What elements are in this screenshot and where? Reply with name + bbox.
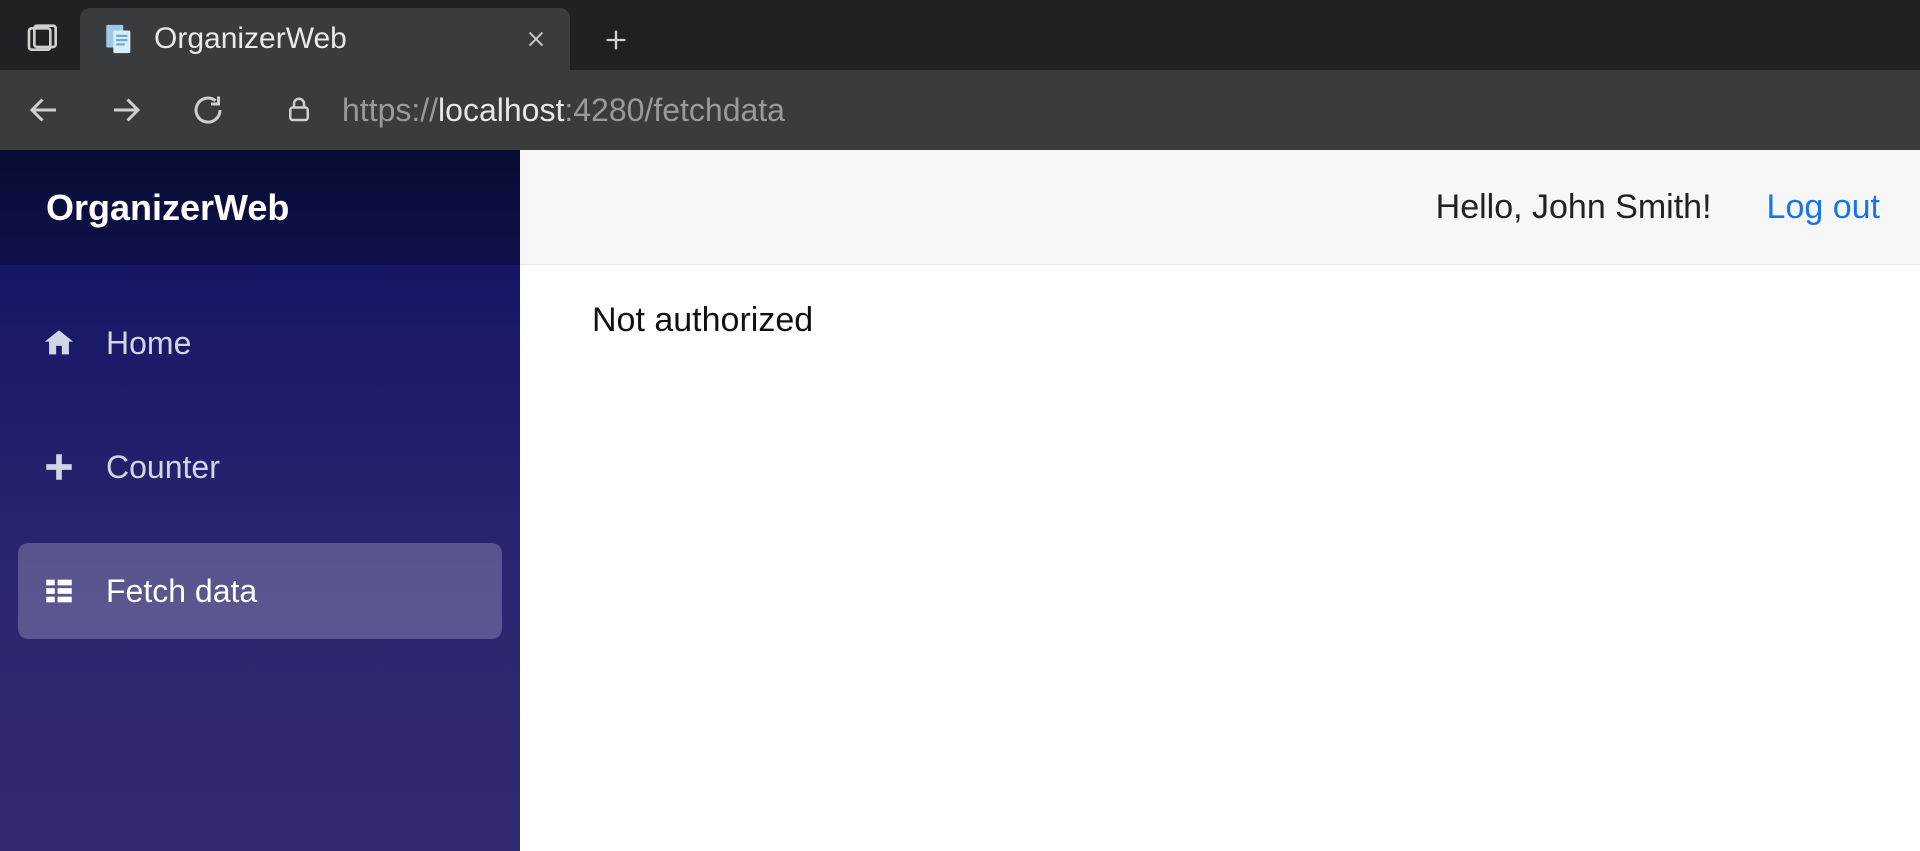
app-root: OrganizerWeb Home Counter Fetch data bbox=[0, 150, 1920, 851]
top-bar: Hello, John Smith! Log out bbox=[520, 150, 1920, 265]
main-area: Hello, John Smith! Log out Not authorize… bbox=[520, 150, 1920, 851]
brand-title[interactable]: OrganizerWeb bbox=[0, 150, 520, 265]
page-content: Not authorized bbox=[520, 265, 1920, 340]
reload-button[interactable] bbox=[172, 78, 244, 142]
sidebar-item-label: Home bbox=[106, 325, 191, 362]
browser-toolbar: https://localhost:4280/fetchdata bbox=[0, 70, 1920, 150]
sidebar-item-label: Fetch data bbox=[106, 573, 257, 610]
sidebar-item-home[interactable]: Home bbox=[18, 295, 502, 391]
forward-button[interactable] bbox=[90, 78, 162, 142]
url-scheme: https:// bbox=[342, 92, 438, 129]
home-icon bbox=[40, 324, 78, 362]
sidebar-nav: Home Counter Fetch data bbox=[0, 265, 520, 667]
tab-favicon-icon bbox=[102, 22, 136, 56]
tab-strip: OrganizerWeb bbox=[0, 0, 1920, 70]
sidebar-item-counter[interactable]: Counter bbox=[18, 419, 502, 515]
user-greeting: Hello, John Smith! bbox=[1436, 188, 1712, 227]
list-icon bbox=[40, 572, 78, 610]
url-host: localhost bbox=[438, 92, 564, 129]
tab-overview-button[interactable] bbox=[20, 18, 62, 60]
browser-chrome: OrganizerWeb https://localhost:4280/fetc… bbox=[0, 0, 1920, 150]
sidebar: OrganizerWeb Home Counter Fetch data bbox=[0, 150, 520, 851]
address-bar[interactable]: https://localhost:4280/fetchdata bbox=[334, 92, 1912, 129]
back-button[interactable] bbox=[8, 78, 80, 142]
url-port: :4280 bbox=[564, 92, 644, 129]
new-tab-button[interactable] bbox=[586, 10, 646, 70]
tab-title: OrganizerWeb bbox=[154, 22, 347, 56]
site-lock-icon[interactable] bbox=[274, 95, 324, 125]
plus-icon bbox=[40, 448, 78, 486]
tab-close-button[interactable] bbox=[520, 23, 552, 55]
sidebar-item-fetchdata[interactable]: Fetch data bbox=[18, 543, 502, 639]
url-path: /fetchdata bbox=[644, 92, 785, 129]
not-authorized-message: Not authorized bbox=[592, 301, 813, 339]
browser-tab[interactable]: OrganizerWeb bbox=[80, 8, 570, 70]
sidebar-item-label: Counter bbox=[106, 449, 220, 486]
logout-link[interactable]: Log out bbox=[1767, 188, 1880, 227]
